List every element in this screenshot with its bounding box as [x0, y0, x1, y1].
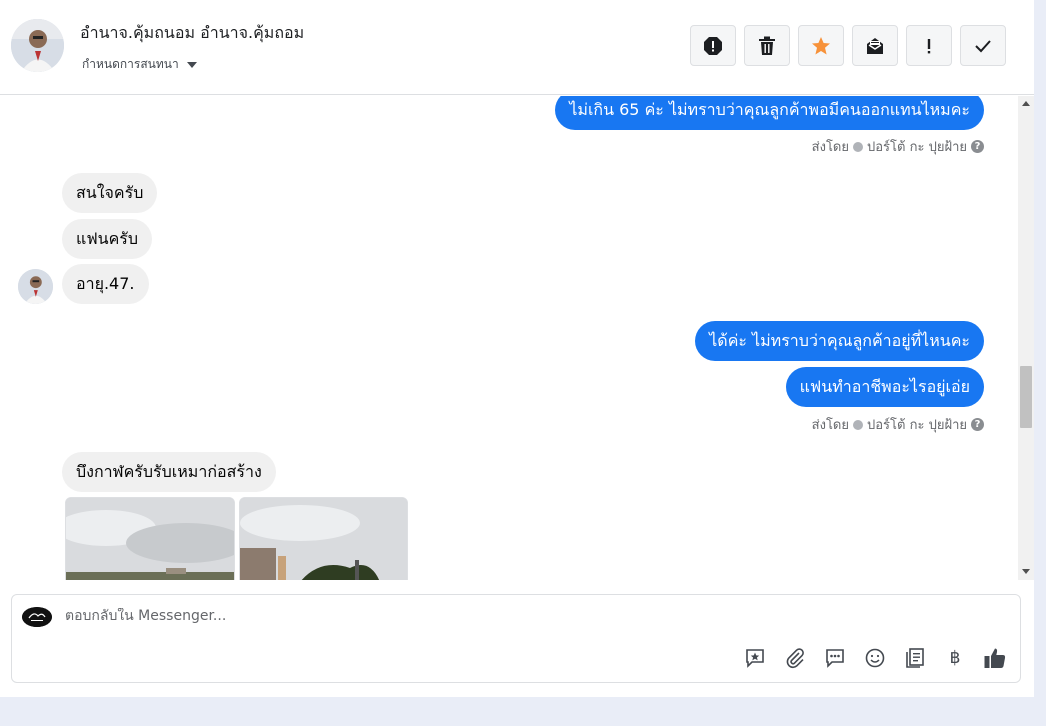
reply-composer: ฿ [11, 594, 1021, 683]
conversation-panel: อำนาจ.คุ้มถนอม อำนาจ.คุ้มถอม กำหนดการสนท… [0, 0, 1034, 697]
message-bubble-outgoing[interactable]: ได้ค่ะ ไม่ทราบว่าคุณลูกค้าอยู่ที่ไหนคะ [695, 321, 984, 361]
sent-by-info: ส่งโดย ปอร์โต้ กะ ปุยฝ้าย ? [812, 414, 984, 435]
message-bubble-incoming[interactable]: อายุ.47. [62, 264, 149, 304]
emoji-icon [865, 648, 885, 668]
exclamation-icon [927, 38, 931, 53]
person-photo-icon [18, 269, 53, 304]
help-icon[interactable]: ? [971, 418, 984, 431]
conversation-header: อำนาจ.คุ้มถนอม อำนาจ.คุ้มถอม กำหนดการสนท… [0, 0, 1034, 95]
page-logo-icon [22, 607, 52, 627]
sent-status-icon [853, 141, 863, 152]
sender-name: ปอร์โต้ กะ ปุยฝ้าย [867, 140, 967, 155]
star-button[interactable] [798, 25, 844, 66]
scroll-down-arrow-icon[interactable] [1022, 569, 1030, 574]
trash-icon [759, 36, 775, 55]
composer-tools: ฿ [742, 645, 1008, 671]
mark-unread-icon [867, 37, 883, 54]
photo-attachments [65, 497, 408, 580]
quick-reply-icon [826, 649, 844, 668]
construction-photo-icon [240, 498, 407, 580]
quick-reply-button[interactable] [822, 645, 848, 671]
payment-button[interactable]: ฿ [942, 645, 968, 671]
conversation-options-label: กำหนดการสนทนา [82, 57, 179, 71]
header-actions [690, 25, 1006, 66]
sender-name: ปอร์โต้ กะ ปุยฝ้าย [867, 418, 967, 433]
attach-button[interactable] [782, 645, 808, 671]
attach-icon [786, 648, 804, 669]
reply-input[interactable] [65, 608, 765, 624]
mark-unread-button[interactable] [852, 25, 898, 66]
saved-reply-button[interactable] [742, 645, 768, 671]
delete-button[interactable] [744, 25, 790, 66]
avatar[interactable] [18, 269, 53, 304]
message-thread: ไม่เกิน 65 ค่ะ ไม่ทราบว่าคุณลูกค้าพอมีคน… [0, 96, 1018, 580]
message-bubble-incoming[interactable]: สนใจครับ [62, 173, 158, 213]
message-bubble-outgoing[interactable]: แฟนทำอาชีพอะไรอยู่เอ่ย [785, 367, 984, 407]
page-avatar [22, 607, 52, 627]
help-icon[interactable]: ? [971, 140, 984, 153]
photo-attachment[interactable] [65, 497, 235, 580]
conversation-options[interactable]: กำหนดการสนทนา [82, 55, 197, 74]
contact-name: อำนาจ.คุ้มถนอม อำนาจ.คุ้มถอม [80, 23, 305, 42]
sent-by-label: ส่งโดย [811, 418, 849, 433]
saved-reply-icon [746, 649, 764, 668]
photo-attachment[interactable] [239, 497, 408, 580]
mark-done-button[interactable] [960, 25, 1006, 66]
person-photo-icon [11, 19, 64, 72]
message-scrollbar[interactable] [1018, 96, 1034, 580]
sent-by-info: ส่งโดย ปอร์โต้ กะ ปุยฝ้าย ? [812, 136, 984, 157]
spam-icon [704, 36, 722, 55]
check-icon [975, 39, 991, 52]
caret-down-icon [186, 61, 197, 68]
baht-icon: ฿ [949, 648, 961, 668]
avatar[interactable] [11, 19, 64, 72]
scrollbar-thumb[interactable] [1020, 366, 1032, 428]
spam-button[interactable] [690, 25, 736, 66]
notes-icon [906, 648, 924, 668]
star-icon [812, 36, 830, 54]
message-bubble-incoming[interactable]: บึงกาฬครับรับเหมาก่อสร้าง [62, 452, 276, 492]
message-bubble-outgoing[interactable]: ไม่เกิน 65 ค่ะ ไม่ทราบว่าคุณลูกค้าพอมีคน… [555, 96, 984, 130]
mark-important-button[interactable] [906, 25, 952, 66]
emoji-button[interactable] [862, 645, 888, 671]
thumbs-up-icon [984, 648, 1006, 668]
scroll-up-arrow-icon[interactable] [1022, 101, 1030, 106]
sent-status-icon [853, 419, 863, 430]
message-bubble-incoming[interactable]: แฟนครับ [62, 219, 153, 259]
notes-button[interactable] [902, 645, 928, 671]
sent-by-label: ส่งโดย [811, 140, 849, 155]
like-button[interactable] [982, 645, 1008, 671]
cloudy-sky-photo-icon [66, 498, 234, 580]
